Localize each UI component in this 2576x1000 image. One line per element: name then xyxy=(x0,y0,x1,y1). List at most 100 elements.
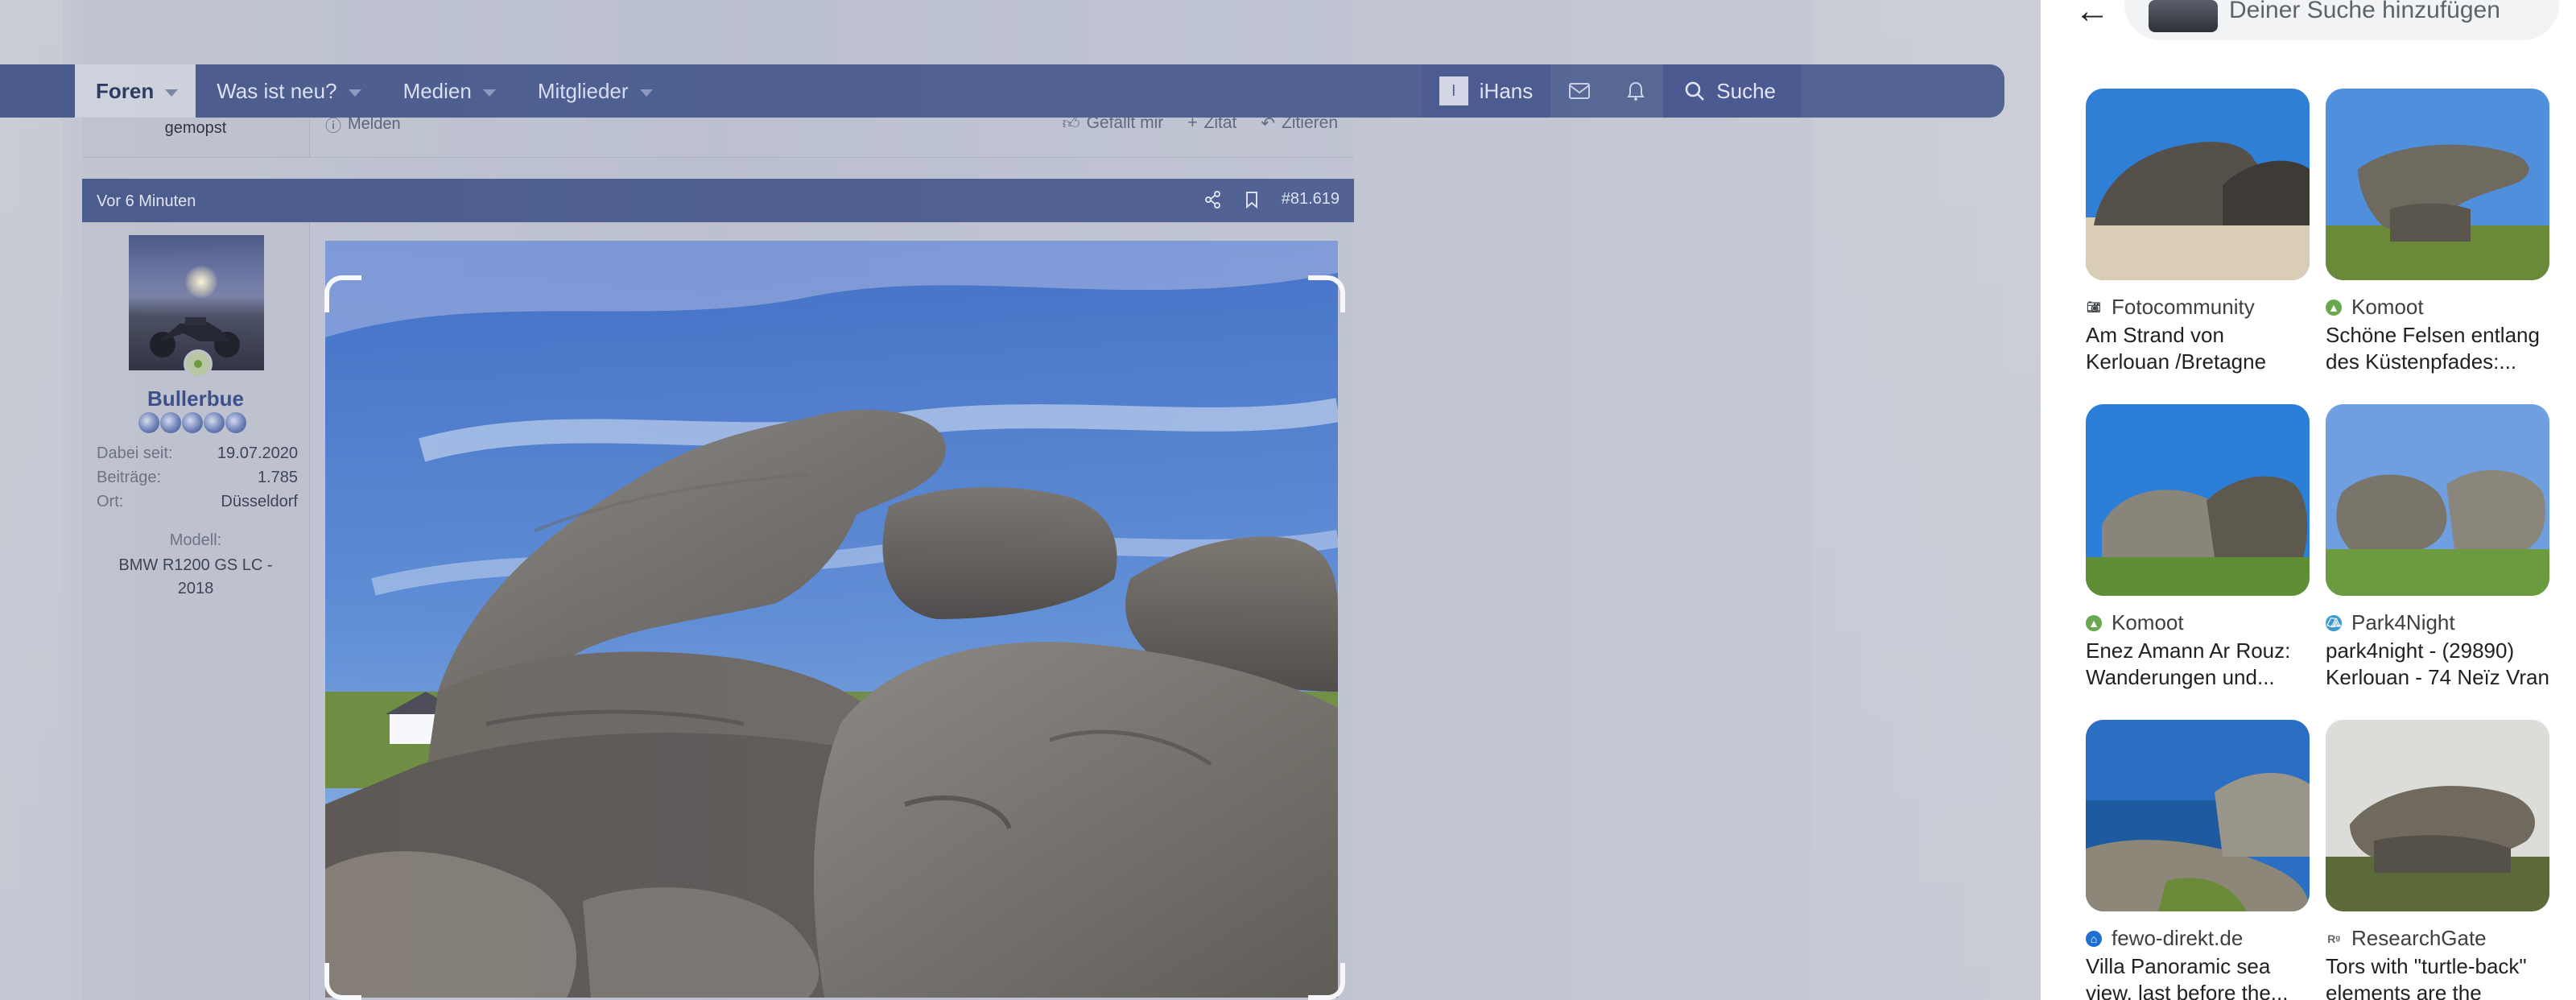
back-arrow-icon[interactable]: ← xyxy=(2074,0,2110,29)
researchgate-icon: Rᵍ xyxy=(2326,930,2342,947)
result-thumbnail[interactable] xyxy=(2086,404,2310,596)
result-title[interactable]: Enez Amann Ar Rouz: Wanderungen und... xyxy=(2086,638,2310,691)
result-source: ▲ Komoot xyxy=(2326,295,2424,320)
lens-header: ← Deiner Suche hinzufügen xyxy=(2041,0,2576,48)
post-username[interactable]: Bullerbue xyxy=(82,386,309,411)
post-header: Vor 6 Minuten #81.619 xyxy=(82,179,1354,222)
tab-label: Medien xyxy=(402,78,472,103)
tab-label: Mitglieder xyxy=(537,78,629,103)
forum-post: Vor 6 Minuten #81.619 Bullerbue Dabei se… xyxy=(82,179,1354,1000)
user-avatar: I xyxy=(1439,76,1468,105)
search-button[interactable]: Suche xyxy=(1663,64,1802,118)
stat-value: 1.785 xyxy=(257,469,298,486)
account-menu[interactable]: I iHans xyxy=(1421,64,1551,118)
chevron-down-icon[interactable] xyxy=(348,89,361,97)
share-icon[interactable] xyxy=(1204,190,1222,209)
result-thumbnail[interactable] xyxy=(2326,404,2549,596)
tab-label: Foren xyxy=(96,78,155,103)
result-card[interactable]: Rᵍ ResearchGate Tors with "turtle-back" … xyxy=(2326,720,2549,1000)
model-label: Modell: xyxy=(169,531,222,549)
park4night-icon: ⛺︎ xyxy=(2326,614,2342,631)
result-thumbnail[interactable] xyxy=(2086,720,2310,911)
result-card[interactable]: ▲ Komoot Enez Amann Ar Rouz: Wanderungen… xyxy=(2086,404,2310,702)
result-thumbnail[interactable] xyxy=(2086,89,2310,280)
rank-star-icon xyxy=(204,412,225,433)
result-card[interactable]: ⌂ fewo-direkt.de Villa Panoramic sea vie… xyxy=(2086,720,2310,1000)
forum-page: gemopst ⓘ Melden 👍︎ Gefällt mir + Zitat … xyxy=(0,0,2041,1000)
result-source-name: ResearchGate xyxy=(2351,926,2487,950)
result-title[interactable]: Villa Panoramic sea view, last before th… xyxy=(2086,953,2310,1000)
bell-icon xyxy=(1627,81,1645,101)
result-source: ⌂ fewo-direkt.de xyxy=(2086,926,2243,951)
result-title[interactable]: park4night - (29890) Kerlouan - 74 Neïz … xyxy=(2326,638,2549,691)
post-image[interactable] xyxy=(325,241,1338,998)
chevron-down-icon[interactable] xyxy=(165,89,179,97)
tab-whats-new[interactable]: Was ist neu? xyxy=(196,64,382,118)
envelope-icon xyxy=(1569,83,1591,99)
result-source-name: Komoot xyxy=(2112,610,2184,634)
rank-stars xyxy=(138,412,246,433)
result-source: 📷︎ Fotocommunity xyxy=(2086,295,2255,320)
result-thumbnail[interactable] xyxy=(2326,720,2549,911)
result-thumbnail[interactable] xyxy=(2326,89,2549,280)
stat-location: Ort: Düsseldorf xyxy=(97,493,298,517)
komoot-icon: ▲ xyxy=(2326,299,2342,316)
alerts-button[interactable] xyxy=(1608,64,1663,118)
post-header-actions: #81.619 xyxy=(1204,190,1340,209)
model-value: BMW R1200 GS LC - 2018 xyxy=(118,556,273,597)
stat-value: Düsseldorf xyxy=(221,493,298,510)
result-card[interactable]: 📷︎ Fotocommunity Am Strand von Kerlouan … xyxy=(2086,89,2310,386)
result-title[interactable]: Tors with "turtle-back" elements are the… xyxy=(2326,953,2549,1000)
post-body: Bullerbue Dabei seit: 19.07.2020 Beiträg… xyxy=(82,222,1354,1000)
tab-media[interactable]: Medien xyxy=(382,64,517,118)
stat-value: 19.07.2020 xyxy=(217,444,298,462)
stat-joined: Dabei seit: 19.07.2020 xyxy=(97,444,298,469)
lens-search-box[interactable]: Deiner Suche hinzufügen xyxy=(2124,0,2559,40)
user-stats: Dabei seit: 19.07.2020 Beiträge: 1.785 O… xyxy=(97,444,298,517)
bookmark-icon[interactable] xyxy=(1245,191,1259,209)
result-source-name: Fotocommunity xyxy=(2112,295,2255,319)
report-label: Melden xyxy=(348,115,401,133)
result-title[interactable]: Schöne Felsen entlang des Küstenpfades:.… xyxy=(2326,322,2549,375)
query-image-thumbnail xyxy=(2149,0,2218,32)
stat-label: Ort: xyxy=(97,493,124,510)
search-icon xyxy=(1685,81,1705,101)
stat-label: Dabei seit: xyxy=(97,444,173,462)
tab-members[interactable]: Mitglieder xyxy=(517,64,674,118)
nav-user-area: I iHans Suche xyxy=(1421,64,1802,118)
sunset-glow xyxy=(185,266,217,298)
search-label: Suche xyxy=(1716,78,1776,103)
post-number[interactable]: #81.619 xyxy=(1282,190,1340,209)
fewo-icon: ⌂ xyxy=(2086,930,2102,947)
result-source-name: fewo-direkt.de xyxy=(2112,926,2244,950)
stat-label: Beiträge: xyxy=(97,469,162,486)
result-card[interactable]: ⛺︎ Park4Night park4night - (29890) Kerlo… xyxy=(2326,404,2549,702)
main-navbar: Foren Was ist neu? Medien Mitglieder I i… xyxy=(0,64,2004,118)
lens-search-placeholder: Deiner Suche hinzufügen xyxy=(2229,0,2500,23)
result-source: ⛺︎ Park4Night xyxy=(2326,610,2455,635)
previous-post-username[interactable]: gemopst xyxy=(82,119,309,138)
lens-results-panel: ← Deiner Suche hinzufügen 📷︎ Fotocommuni… xyxy=(2041,0,2576,1000)
result-card[interactable]: ▲ Komoot Schöne Felsen entlang des Küste… xyxy=(2326,89,2549,386)
result-source: ▲ Komoot xyxy=(2086,610,2184,635)
online-status-indicator xyxy=(184,349,213,378)
account-username: iHans xyxy=(1479,78,1534,103)
chevron-down-icon[interactable] xyxy=(482,89,496,97)
post-user-cell: Bullerbue Dabei seit: 19.07.2020 Beiträg… xyxy=(82,222,310,1000)
result-source: Rᵍ ResearchGate xyxy=(2326,926,2487,951)
post-time[interactable]: Vor 6 Minuten xyxy=(97,192,196,211)
inbox-button[interactable] xyxy=(1550,64,1608,118)
rank-star-icon xyxy=(138,412,159,433)
komoot-icon: ▲ xyxy=(2086,614,2102,631)
result-source-name: Komoot xyxy=(2351,295,2424,319)
tab-foren[interactable]: Foren xyxy=(75,64,196,118)
tab-label: Was ist neu? xyxy=(217,78,337,103)
camera-icon: 📷︎ xyxy=(2086,299,2102,316)
chevron-down-icon[interactable] xyxy=(639,89,653,97)
result-title[interactable]: Am Strand von Kerlouan /Bretagne Foto & … xyxy=(2086,322,2310,375)
result-source-name: Park4Night xyxy=(2351,610,2455,634)
stat-posts: Beiträge: 1.785 xyxy=(97,469,298,493)
rank-star-icon xyxy=(160,412,181,433)
rank-star-icon xyxy=(182,412,203,433)
rank-star-icon xyxy=(225,412,246,433)
